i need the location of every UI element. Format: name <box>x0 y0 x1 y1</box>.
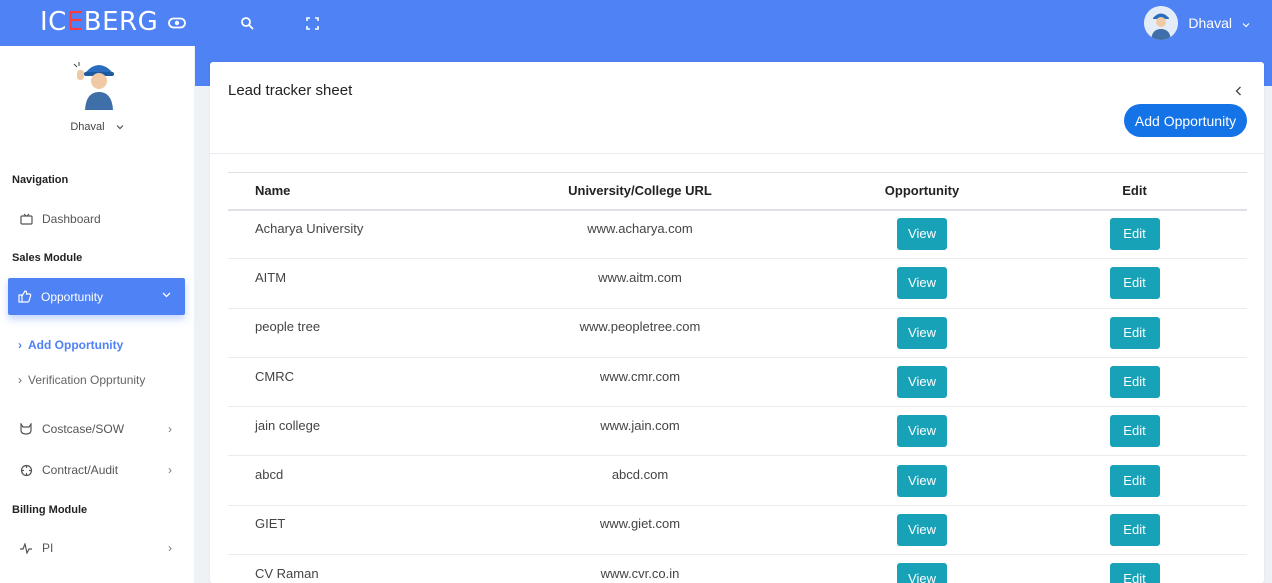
table-row: people tree www.peopletree.com View Edit <box>228 308 1247 358</box>
section-sales: Sales Module <box>12 252 83 264</box>
column-header-opportunity[interactable]: Opportunity <box>822 172 1022 211</box>
chevron-right-icon: › <box>18 338 22 352</box>
table-row: CMRC www.cmr.com View Edit <box>228 357 1247 408</box>
chevron-down-icon <box>162 287 171 301</box>
divider <box>210 153 1264 154</box>
chevron-down-icon <box>1242 15 1250 31</box>
chevron-right-icon: › <box>168 463 172 477</box>
crosshair-icon <box>18 464 34 477</box>
row-url: www.cvr.co.in <box>600 565 680 581</box>
section-navigation: Navigation <box>12 174 69 186</box>
sidebar-item-label: Contract/Audit <box>42 463 119 477</box>
edit-button[interactable]: Edit <box>1109 464 1160 497</box>
sidebar-item-label: Opportunity <box>41 289 104 304</box>
calendar-icon <box>18 213 34 225</box>
avatar <box>1144 6 1179 40</box>
table-header-row: Name University/College URL Opportunity … <box>228 172 1247 211</box>
edit-button[interactable]: Edit <box>1109 513 1160 546</box>
table-row: AITM www.aitm.com View Edit <box>228 258 1247 309</box>
activity-icon <box>18 542 34 554</box>
sidebar-item-contract[interactable]: Contract/Audit › <box>18 459 178 481</box>
sidebar-sub-label: Add Opportunity <box>28 338 124 352</box>
sidebar-item-costcase[interactable]: Costcase/SOW › <box>18 418 178 440</box>
logo-text-accent: E <box>66 7 84 37</box>
sidebar: Dhaval Navigation Dashboard Sales Module… <box>0 46 194 583</box>
edit-button[interactable]: Edit <box>1109 366 1160 399</box>
row-name: abcd <box>255 467 284 483</box>
view-button[interactable]: View <box>897 316 947 349</box>
logo-text-suffix: BERG <box>83 7 159 37</box>
row-name: Acharya University <box>255 220 364 236</box>
row-name: people tree <box>255 319 321 335</box>
add-opportunity-button[interactable]: Add Opportunity <box>1124 104 1247 137</box>
chevron-right-icon: › <box>18 373 22 387</box>
row-url: www.aitm.com <box>598 269 682 285</box>
row-url: abcd.com <box>611 467 669 483</box>
thumbs-up-icon <box>18 290 34 303</box>
sidebar-item-opportunity[interactable]: Opportunity <box>8 278 185 315</box>
view-button[interactable]: View <box>897 513 947 546</box>
row-name: GIET <box>255 516 286 532</box>
edit-button[interactable]: Edit <box>1109 218 1160 251</box>
row-name: CV Raman <box>255 565 319 581</box>
row-name: jain college <box>255 417 321 433</box>
column-header-url[interactable]: University/College URL <box>458 172 822 211</box>
row-url: www.peopletree.com <box>579 319 701 335</box>
sidebar-sub-verification[interactable]: › Verification Opprtunity <box>18 373 145 387</box>
row-url: www.giet.com <box>599 516 681 532</box>
view-button[interactable]: View <box>897 563 947 583</box>
sidebar-item-dashboard[interactable]: Dashboard <box>18 208 178 230</box>
cat-icon <box>18 423 34 435</box>
row-url: www.acharya.com <box>587 220 693 236</box>
table-row: Acharya University www.acharya.com View … <box>228 209 1247 260</box>
logo-text-prefix: IC <box>40 7 67 37</box>
sidebar-item-label: PI <box>42 541 54 555</box>
chevron-down-icon <box>116 121 124 133</box>
column-header-name[interactable]: Name <box>228 172 458 211</box>
chevron-left-icon[interactable] <box>1235 84 1242 99</box>
sidebar-sub-label: Verification Opprtunity <box>28 373 146 387</box>
chevron-right-icon: › <box>168 541 172 555</box>
chevron-right-icon: › <box>168 422 172 436</box>
fullscreen-icon[interactable] <box>302 13 322 33</box>
sidebar-avatar <box>72 54 126 110</box>
app-logo[interactable]: ICEBERG <box>40 7 158 37</box>
edit-button[interactable]: Edit <box>1109 316 1160 349</box>
table-row: GIET www.giet.com View Edit <box>228 505 1247 556</box>
sidebar-sub-add-opportunity[interactable]: › Add Opportunity <box>18 338 123 352</box>
view-button[interactable]: View <box>897 415 947 448</box>
header-user-name: Dhaval <box>1188 15 1232 31</box>
sidebar-user-name: Dhaval <box>70 121 105 133</box>
eye-icon[interactable] <box>167 13 187 33</box>
section-billing: Billing Module <box>12 504 88 516</box>
column-header-edit[interactable]: Edit <box>1022 172 1247 211</box>
edit-button[interactable]: Edit <box>1109 267 1160 300</box>
table-row: jain college www.jain.com View Edit <box>228 406 1247 457</box>
page-title: Lead tracker sheet <box>228 82 353 99</box>
search-icon[interactable] <box>237 13 257 33</box>
edit-button[interactable]: Edit <box>1109 415 1160 448</box>
sidebar-item-label: Costcase/SOW <box>42 422 125 436</box>
table-row: CV Raman www.cvr.co.in View Edit <box>228 554 1247 583</box>
view-button[interactable]: View <box>897 218 947 251</box>
row-name: AITM <box>255 269 287 285</box>
sidebar-item-pi[interactable]: PI › <box>18 537 178 559</box>
row-url: www.cmr.com <box>599 368 681 384</box>
lead-tracker-card: Lead tracker sheet Add Opportunity Name … <box>210 62 1264 583</box>
lead-table: Name University/College URL Opportunity … <box>228 172 1247 583</box>
view-button[interactable]: View <box>897 366 947 399</box>
user-menu[interactable]: Dhaval <box>1144 5 1250 41</box>
view-button[interactable]: View <box>897 464 947 497</box>
sidebar-item-label: Dashboard <box>42 212 101 226</box>
view-button[interactable]: View <box>897 267 947 300</box>
row-name: CMRC <box>255 368 294 384</box>
table-row: abcd abcd.com View Edit <box>228 455 1247 506</box>
row-url: www.jain.com <box>600 417 680 433</box>
edit-button[interactable]: Edit <box>1109 563 1160 583</box>
top-header: ICEBERG Dhaval <box>0 0 1272 46</box>
sidebar-user[interactable]: Dhaval <box>0 121 194 133</box>
